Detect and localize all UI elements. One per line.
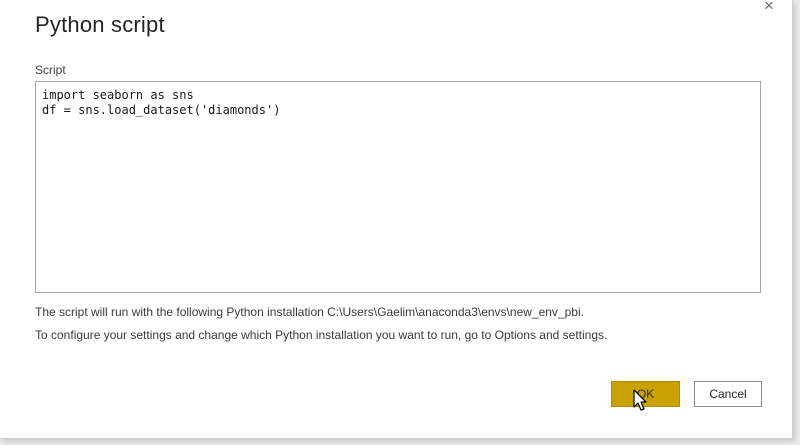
- python-installation-info: The script will run with the following P…: [35, 305, 584, 319]
- configure-settings-info: To configure your settings and change wh…: [35, 328, 608, 342]
- script-line: import seaborn as sns: [42, 88, 194, 102]
- python-script-dialog: × Python script Script import seaborn as…: [0, 0, 793, 439]
- mouse-pointer-icon: [633, 389, 647, 411]
- cancel-button[interactable]: Cancel: [694, 381, 762, 407]
- script-editor[interactable]: import seaborn as sns df = sns.load_data…: [35, 81, 761, 293]
- close-icon[interactable]: ×: [758, 0, 780, 16]
- script-code[interactable]: import seaborn as sns df = sns.load_data…: [42, 88, 280, 118]
- dialog-title: Python script: [35, 12, 165, 37]
- script-label: Script: [35, 63, 66, 77]
- script-line: df = sns.load_dataset('diamonds'): [42, 103, 281, 117]
